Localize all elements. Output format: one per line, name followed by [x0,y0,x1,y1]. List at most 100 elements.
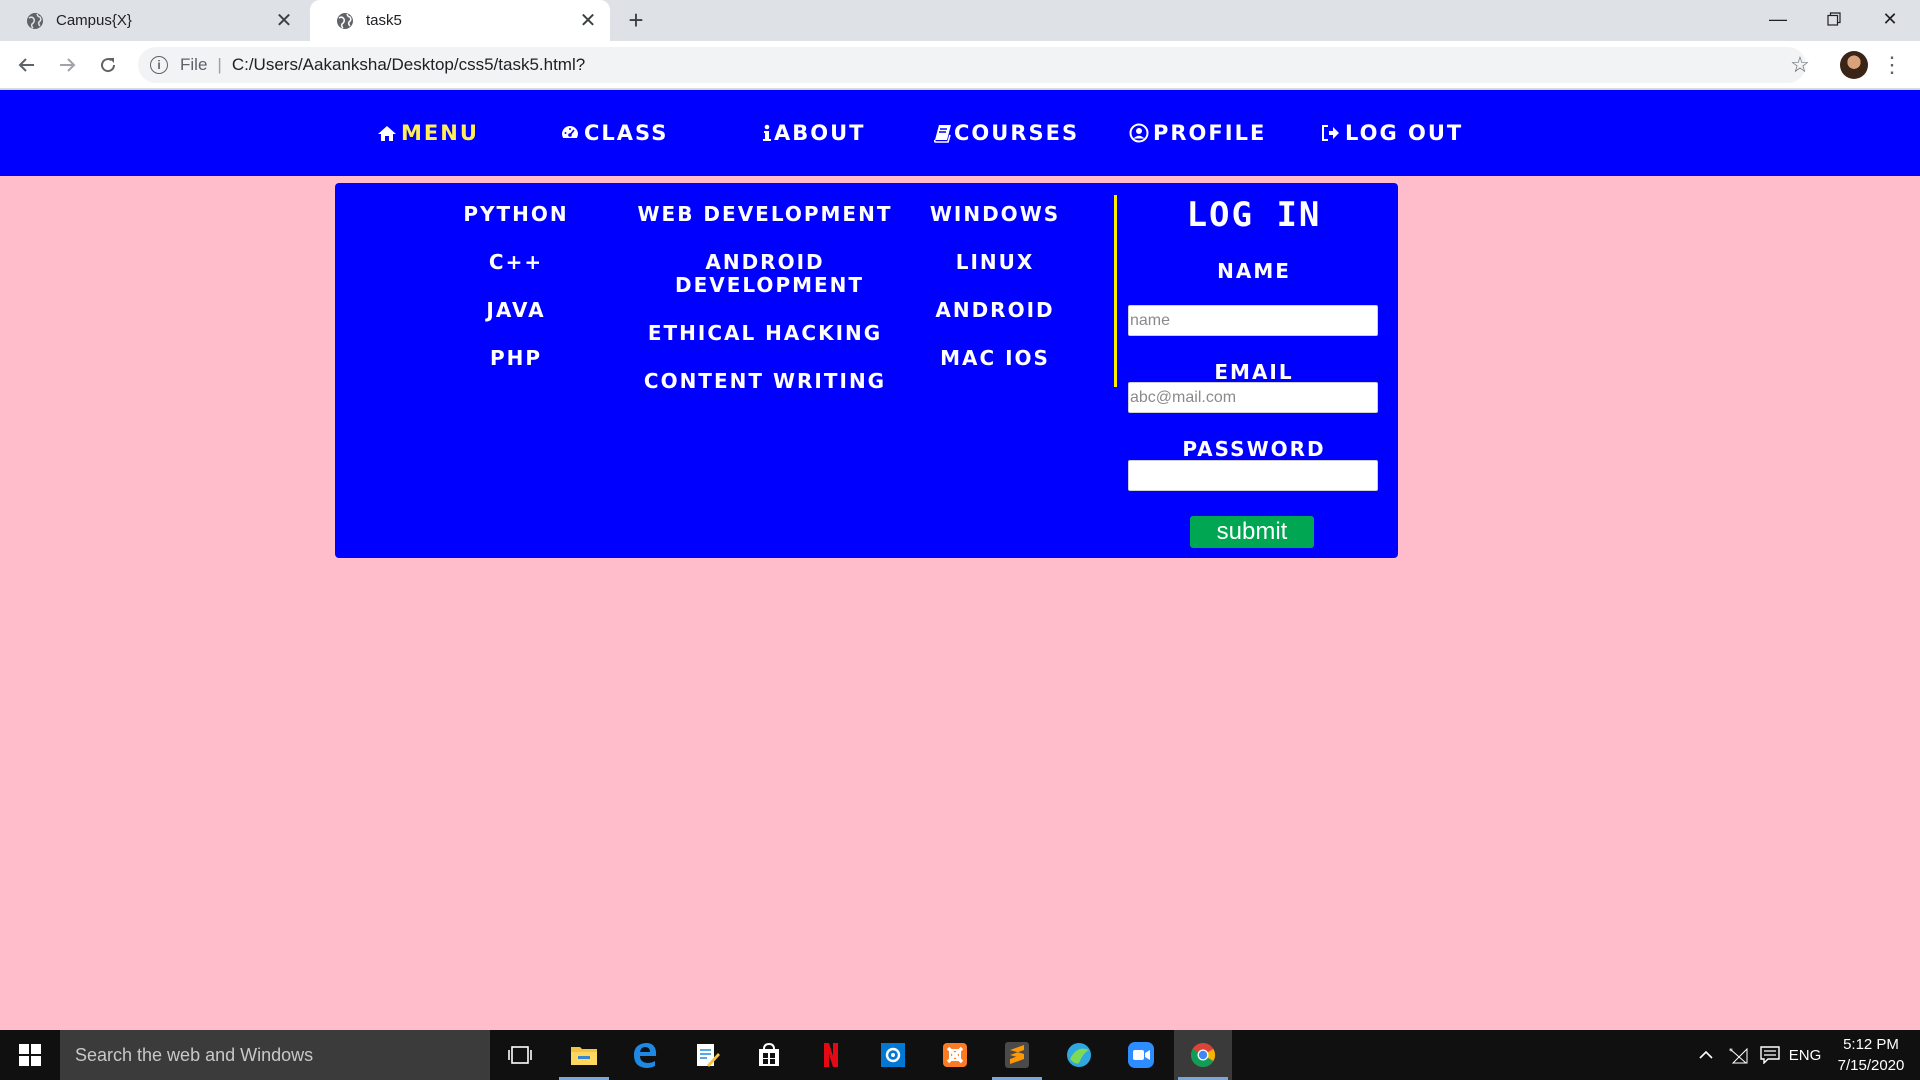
taskbar-outlook[interactable] [864,1030,922,1080]
arrow-right-icon [60,58,76,72]
close-icon[interactable]: ✕ [272,9,296,33]
browser-tab-task5[interactable]: task5 ✕ [310,0,610,41]
book-icon [934,125,951,143]
dashboard-icon [562,126,578,138]
nav-about[interactable]: ABOUT [762,118,866,148]
dropdown-link-cpp[interactable]: C++ [391,251,641,274]
outlook-icon [881,1043,905,1067]
store-icon [759,1042,779,1066]
xampp-icon [943,1043,967,1067]
dropdown-link-php[interactable]: PHP [391,347,641,370]
nav-profile[interactable]: PROFILE [1129,118,1266,148]
kebab-menu-icon[interactable]: ⋮ [1880,51,1904,79]
browser-toolbar: i File | C:/Users/Aakanksha/Desktop/css5… [0,41,1920,89]
tab-title: Campus{X} [56,12,132,29]
chrome-icon [1191,1043,1216,1068]
courses-dropdown-panel: PYTHON C++ JAVA PHP WEB DEVELOPMENT ANDR… [335,183,1398,558]
password-input[interactable] [1128,460,1378,491]
nav-label: LOG OUT [1345,121,1464,145]
chevron-up-icon [1699,1050,1713,1059]
taskbar-netflix[interactable] [802,1030,860,1080]
restore-icon [1827,12,1841,26]
windows-logo-icon [19,1044,41,1066]
dropdown-link-content-writing[interactable]: CONTENT WRITING [610,370,920,393]
user-circle-icon [1129,123,1149,143]
nav-label: MENU [401,121,479,145]
nav-menu[interactable]: MENU [377,118,479,148]
nav-class[interactable]: CLASS [560,118,668,148]
restore-button[interactable] [1806,0,1862,38]
taskbar-chrome[interactable] [1174,1030,1232,1080]
taskbar-store[interactable] [740,1030,798,1080]
email-label: EMAIL [1214,360,1294,384]
nav-log-out[interactable]: LOG OUT [1321,118,1463,148]
back-button[interactable] [13,51,41,79]
taskbar-edge[interactable] [616,1030,674,1080]
submit-button[interactable]: submit [1190,516,1314,548]
info-icon [763,124,771,141]
address-scheme: File [180,55,208,74]
name-input[interactable] [1128,305,1378,336]
sign-out-icon [1322,125,1339,141]
globe-icon [337,12,353,29]
info-icon[interactable]: i [150,56,168,74]
taskbar-search[interactable]: Search the web and Windows [60,1030,490,1080]
home-icon [378,126,396,141]
dropdown-link-mac-ios[interactable]: MAC IOS [895,347,1095,370]
dropdown-link-android-development[interactable]: ANDROID DEVELOPMENT [675,251,862,297]
globe-icon [27,12,43,29]
dropdown-link-android[interactable]: ANDROID [895,299,1095,322]
vertical-divider [1114,195,1117,387]
taskbar-sublime-text[interactable] [988,1030,1046,1080]
close-window-button[interactable]: ✕ [1862,0,1918,38]
taskbar-notepad[interactable] [678,1030,736,1080]
netflix-icon [824,1043,838,1067]
notifications-tray-icon[interactable] [1756,1030,1784,1080]
dropdown-link-java[interactable]: JAVA [391,299,641,322]
start-button[interactable] [0,1030,60,1080]
zoom-icon [1128,1042,1154,1068]
taskbar-file-explorer[interactable] [555,1030,613,1080]
wifi-tray-icon[interactable]: * [1724,1030,1752,1080]
email-input[interactable] [1128,382,1378,413]
taskbar-browser-app[interactable] [1050,1030,1108,1080]
profile-avatar[interactable] [1840,51,1868,79]
arrow-left-icon [18,58,34,72]
system-clock[interactable]: 5:12 PM 7/15/2020 [1826,1034,1916,1076]
dropdown-link-python[interactable]: PYTHON [391,203,641,226]
reload-button[interactable] [94,51,122,79]
bookmark-star-icon[interactable]: ☆ [1786,51,1814,79]
address-url: C:/Users/Aakanksha/Desktop/css5/task5.ht… [231,55,586,74]
forward-button[interactable] [53,51,81,79]
reload-icon [101,58,116,73]
action-center-icon [1760,1046,1780,1064]
dropdown-link-windows[interactable]: WINDOWS [895,203,1095,226]
minimize-button[interactable]: — [1750,0,1806,38]
dropdown-link-linux[interactable]: LINUX [895,251,1095,274]
task-view-icon [508,1046,532,1064]
tab-title: task5 [366,12,402,29]
notepad-icon [697,1044,720,1067]
password-label: PASSWORD [1182,437,1326,461]
nav-courses[interactable]: COURSES [934,118,1079,148]
language-indicator[interactable]: ENG [1788,1030,1822,1080]
main-navbar: MENU CLASS ABOUT COURSES PROFILE LOG OUT [0,90,1920,176]
clock-date: 7/15/2020 [1837,1057,1905,1074]
wifi-icon: * [1729,1047,1748,1064]
task-view-button[interactable] [491,1030,549,1080]
taskbar-xampp[interactable] [926,1030,984,1080]
browser-tab-campusx[interactable]: Campus{X} ✕ [0,0,306,41]
taskbar-zoom[interactable] [1112,1030,1170,1080]
folder-icon [571,1047,597,1065]
address-separator: | [217,55,222,74]
show-hidden-icons-button[interactable] [1694,1030,1718,1080]
svg-text:*: * [1729,1047,1733,1056]
new-tab-button[interactable]: + [622,6,650,34]
address-bar[interactable]: i File | C:/Users/Aakanksha/Desktop/css5… [138,47,1806,83]
dropdown-link-ethical-hacking[interactable]: ETHICAL HACKING [610,322,920,345]
close-icon[interactable]: ✕ [576,9,600,33]
name-label: NAME [1217,259,1291,283]
dropdown-link-web-development[interactable]: WEB DEVELOPMENT [610,203,920,226]
login-title: LOG IN [1186,195,1322,235]
windows-taskbar: Search the web and Windows * ENG 5:12 PM… [0,1030,1920,1080]
